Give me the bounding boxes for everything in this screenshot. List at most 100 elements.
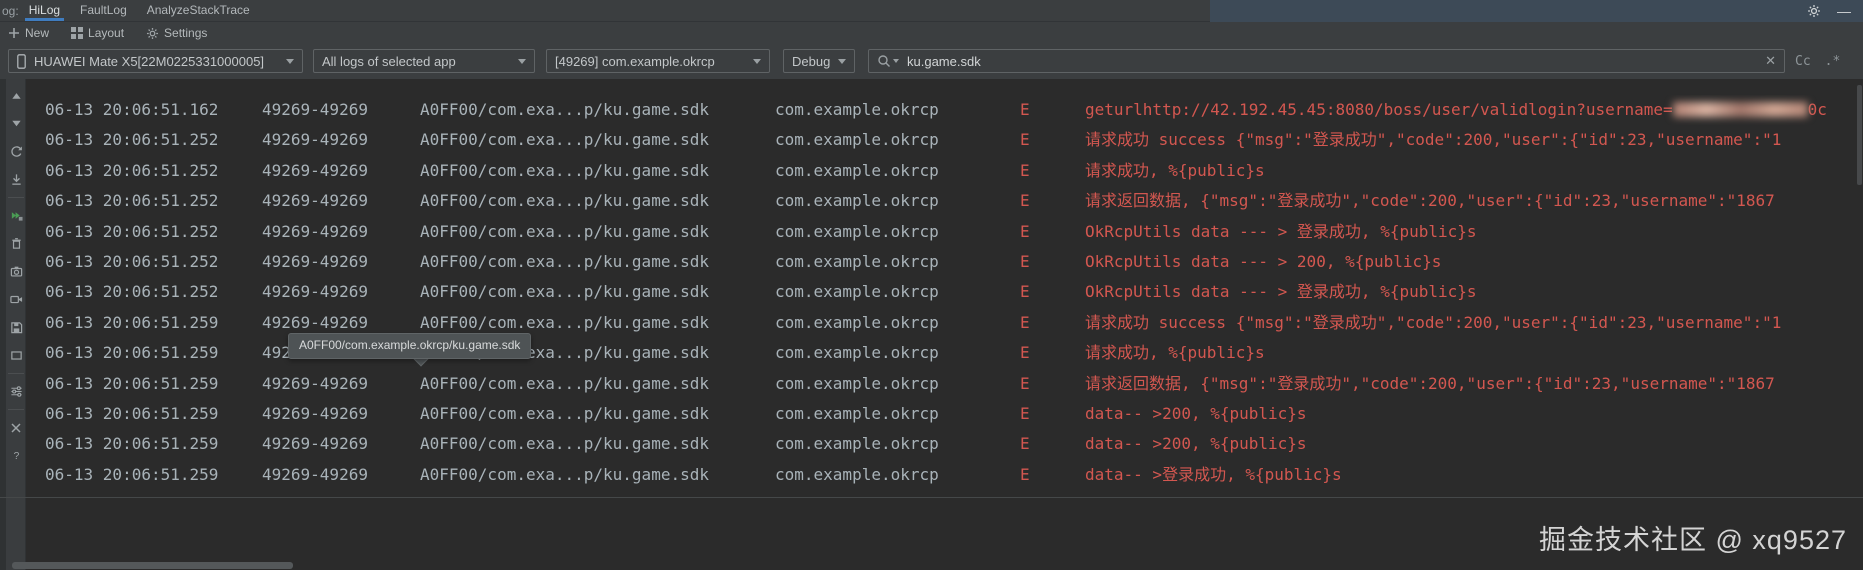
search-input[interactable]: ku.game.sdk ✕ bbox=[868, 49, 1785, 73]
log-scope-value: All logs of selected app bbox=[322, 53, 456, 69]
close-icon[interactable] bbox=[9, 420, 24, 435]
clear-search-icon[interactable]: ✕ bbox=[1765, 53, 1776, 69]
svg-text:?: ? bbox=[13, 451, 19, 462]
log-level: E bbox=[1020, 373, 1030, 393]
log-row[interactable]: 06-13 20:06:51.259 49269-49269 A0FF00/com.… bbox=[26, 429, 1863, 459]
log-level: E bbox=[1020, 191, 1030, 211]
log-pid-tid: 49269-49269 bbox=[262, 434, 368, 454]
log-time: 06-13 20:06:51.252 bbox=[45, 160, 219, 180]
log-row[interactable]: 06-13 20:06:51.252 49269-49269 A0FF00/com.… bbox=[26, 156, 1863, 186]
log-time: 06-13 20:06:51.259 bbox=[45, 403, 219, 423]
screen-record-icon[interactable] bbox=[9, 292, 24, 307]
log-tag: A0FF00/com.exa...p/ku.game.sdk bbox=[420, 100, 709, 119]
log-tag: A0FF00/com.exa...p/ku.game.sdk bbox=[420, 464, 709, 484]
device-select[interactable]: HUAWEI Mate X5[22M0225331000005] bbox=[8, 49, 303, 73]
log-row[interactable]: 06-13 20:06:51.252 49269-49269 A0FF00/com.… bbox=[26, 125, 1863, 155]
process-select[interactable]: [49269] com.example.okrcp bbox=[546, 49, 770, 73]
tab-analyzestacktrace[interactable]: AnalyzeStackTrace bbox=[137, 0, 260, 21]
layout-button[interactable]: Layout bbox=[71, 26, 124, 40]
log-row[interactable]: 06-13 20:06:51.259 49269-49269 A0FF00/com.… bbox=[26, 460, 1863, 490]
log-pid-tid: 49269-49269 bbox=[262, 373, 368, 393]
log-level: E bbox=[1020, 100, 1030, 119]
log-time: 06-13 20:06:51.252 bbox=[45, 221, 219, 241]
log-pid-tid: 49269-49269 bbox=[262, 130, 368, 150]
log-time: 06-13 20:06:51.252 bbox=[45, 191, 219, 211]
log-level: E bbox=[1020, 464, 1030, 484]
log-level-select[interactable]: Debug bbox=[783, 49, 855, 73]
log-message: data-- >登录成功, %{public}s bbox=[1085, 464, 1342, 484]
log-level: E bbox=[1020, 221, 1030, 241]
log-tag: A0FF00/com.exa...p/ku.game.sdk bbox=[420, 251, 709, 271]
scroll-to-top-icon[interactable] bbox=[9, 88, 24, 103]
log-pid-tid: 49269-49269 bbox=[262, 251, 368, 271]
scroll-to-end-icon[interactable] bbox=[9, 116, 24, 131]
log-row[interactable]: 06-13 20:06:51.252 49269-49269 A0FF00/com.… bbox=[26, 247, 1863, 277]
log-message: data-- >200, %{public}s bbox=[1085, 434, 1307, 454]
log-row[interactable]: 06-13 20:06:51.259 49269-49269 A0FF00/com.… bbox=[26, 399, 1863, 429]
log-tag: A0FF00/com.exa...p/ku.game.sdk bbox=[420, 221, 709, 241]
filter-settings-icon[interactable] bbox=[9, 384, 24, 399]
match-case-toggle[interactable]: Cc bbox=[1795, 54, 1811, 69]
tab-bar: og: HiLog FaultLog AnalyzeStackTrace — bbox=[0, 0, 1863, 22]
chevron-down-icon bbox=[753, 58, 761, 64]
log-message: 请求返回数据, {"msg":"登录成功","code":200,"user":… bbox=[1085, 191, 1775, 211]
log-tag: A0FF00/com.exa...p/ku.game.sdk bbox=[420, 373, 709, 393]
help-icon[interactable]: ? bbox=[9, 448, 24, 463]
settings-button[interactable]: Settings bbox=[146, 26, 207, 40]
regex-toggle[interactable]: .* bbox=[1825, 54, 1841, 69]
save-log-icon[interactable] bbox=[9, 320, 24, 335]
log-scope-select[interactable]: All logs of selected app bbox=[313, 49, 535, 73]
toolbar-separator bbox=[8, 373, 24, 374]
search-icon bbox=[877, 54, 891, 68]
log-message: data-- >200, %{public}s bbox=[1085, 403, 1307, 423]
resume-icon[interactable] bbox=[9, 208, 24, 223]
log-message: 请求成功 success {"msg":"登录成功","code":200,"u… bbox=[1085, 130, 1782, 150]
tab-hilog[interactable]: HiLog bbox=[19, 0, 70, 21]
action-toolbar: New Layout Settings bbox=[0, 22, 1863, 44]
log-message: OkRcpUtils data --- > 200, %{public}s bbox=[1085, 251, 1442, 271]
tab-faultlog[interactable]: FaultLog bbox=[70, 0, 137, 21]
export-log-icon[interactable] bbox=[9, 172, 24, 187]
log-row[interactable]: 06-13 20:06:51.162 49269-49269 A0FF00/com.… bbox=[26, 95, 1863, 125]
log-pid-tid: 49269-49269 bbox=[262, 403, 368, 423]
log-time: 06-13 20:06:51.252 bbox=[45, 251, 219, 271]
clear-log-icon[interactable] bbox=[9, 236, 24, 251]
log-row[interactable]: 06-13 20:06:51.259 49269-49269 A0FF00/com.… bbox=[26, 369, 1863, 399]
toolbar-separator bbox=[8, 409, 24, 410]
log-pid-tid: 49269-49269 bbox=[262, 282, 368, 302]
log-message: 请求返回数据, {"msg":"登录成功","code":200,"user":… bbox=[1085, 373, 1775, 393]
log-message: OkRcpUtils data --- > 登录成功, %{public}s bbox=[1085, 221, 1477, 241]
horizontal-scrollbar[interactable] bbox=[12, 562, 293, 569]
log-tag: A0FF00/com.exa...p/ku.game.sdk bbox=[420, 403, 709, 423]
log-package: com.example.okrcp bbox=[775, 100, 939, 119]
restart-icon[interactable] bbox=[9, 144, 24, 159]
log-message: 请求成功, %{public}s bbox=[1085, 343, 1265, 363]
log-tag: A0FF00/com.exa...p/ku.game.sdk bbox=[420, 434, 709, 454]
titlebar-gear-icon[interactable] bbox=[1807, 4, 1821, 18]
tag-tooltip: A0FF00/com.example.okrcp/ku.game.sdk bbox=[288, 333, 532, 359]
log-level: E bbox=[1020, 343, 1030, 363]
search-history-caret-icon bbox=[893, 59, 899, 63]
log-row[interactable]: 06-13 20:06:51.252 49269-49269 A0FF00/com.… bbox=[26, 277, 1863, 307]
new-button[interactable]: New bbox=[8, 26, 49, 40]
screenshot-icon[interactable] bbox=[9, 264, 24, 279]
log-list[interactable]: 06-13 20:06:51.162 49269-49269 A0FF00/com.… bbox=[26, 79, 1863, 497]
log-level: E bbox=[1020, 130, 1030, 150]
log-pid-tid: 49269-49269 bbox=[262, 160, 368, 180]
log-pid-tid: 49269-49269 bbox=[262, 100, 368, 119]
log-message: geturlhttp://42.192.45.45:8080/boss/user… bbox=[1085, 100, 1827, 119]
log-level: E bbox=[1020, 312, 1030, 332]
log-row[interactable]: 06-13 20:06:51.252 49269-49269 A0FF00/com.… bbox=[26, 217, 1863, 247]
log-pid-tid: 49269-49269 bbox=[262, 464, 368, 484]
log-row[interactable]: 06-13 20:06:51.252 49269-49269 A0FF00/com.… bbox=[26, 186, 1863, 216]
vertical-scrollbar[interactable] bbox=[1857, 85, 1862, 185]
log-package: com.example.okrcp bbox=[775, 191, 939, 211]
soft-wrap-icon[interactable] bbox=[9, 348, 24, 363]
watermark: 掘金技术社区 @ xq9527 bbox=[1539, 525, 1847, 555]
log-pid-tid: 49269-49269 bbox=[262, 191, 368, 211]
log-message: OkRcpUtils data --- > 登录成功, %{public}s bbox=[1085, 282, 1477, 302]
minimize-icon[interactable]: — bbox=[1837, 4, 1851, 18]
log-time: 06-13 20:06:51.259 bbox=[45, 343, 219, 363]
log-level-value: Debug bbox=[792, 53, 830, 69]
titlebar-right: — bbox=[1210, 0, 1863, 22]
